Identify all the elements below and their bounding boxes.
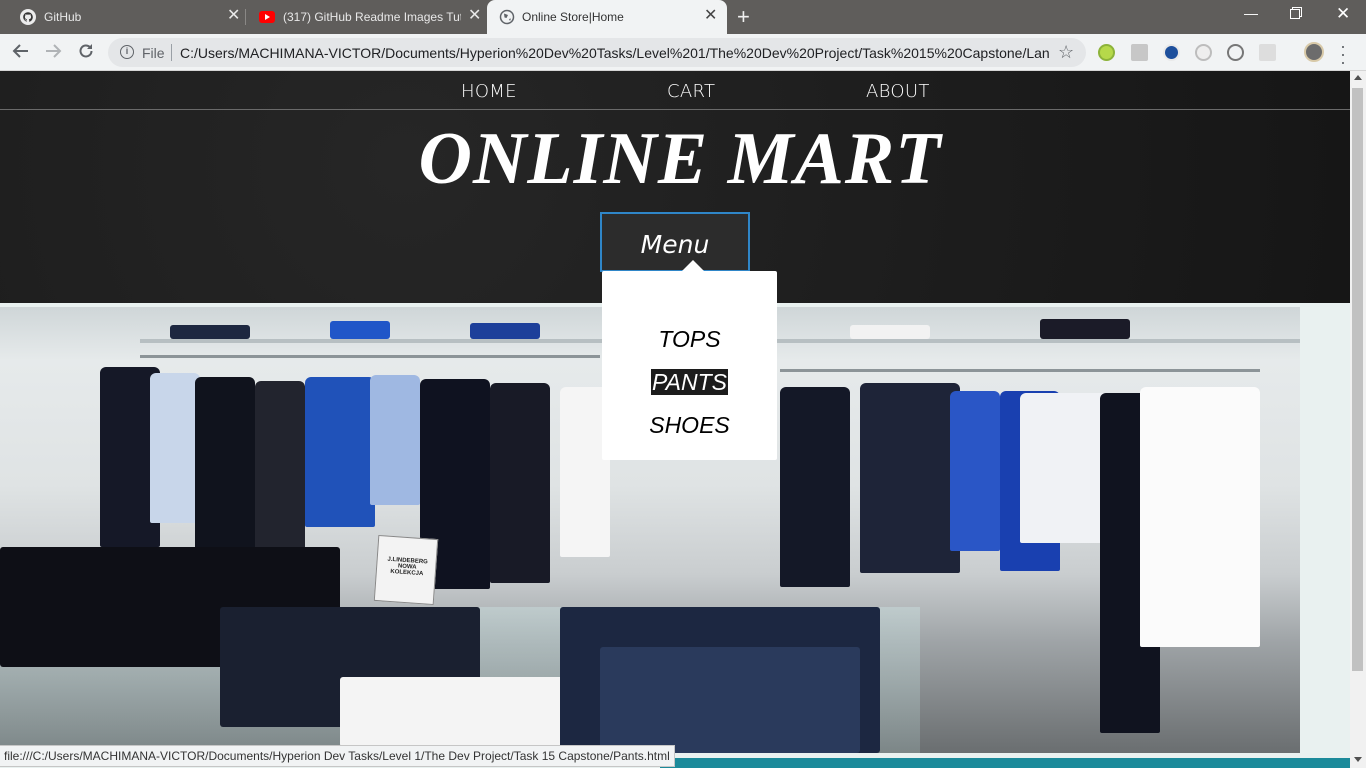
store-sign: J.LINDEBERG NOWA KOLEKCJA bbox=[373, 534, 439, 606]
hanging-garment bbox=[950, 391, 1000, 551]
reload-icon[interactable] bbox=[76, 42, 96, 62]
folded-stack bbox=[600, 647, 860, 753]
store-sign-text: J.LINDEBERG NOWA KOLEKCJA bbox=[387, 556, 428, 578]
hanging-garment bbox=[1140, 387, 1260, 647]
dropdown-item-label: SHOES bbox=[649, 412, 730, 438]
back-icon[interactable] bbox=[11, 42, 31, 62]
site-header: HOME CART ABOUT ONLINE MART Menu bbox=[0, 71, 1350, 303]
browser-toolbar: i File C:/Users/MACHIMANA-VICTOR/Documen… bbox=[0, 34, 1366, 71]
globe-icon bbox=[499, 9, 515, 25]
scroll-thumb[interactable] bbox=[1352, 88, 1363, 671]
vertical-scrollbar[interactable] bbox=[1350, 71, 1366, 768]
hanging-garment bbox=[860, 383, 960, 573]
folded-garment bbox=[850, 325, 930, 339]
forward-icon[interactable] bbox=[43, 42, 63, 62]
site-title: ONLINE MART bbox=[418, 118, 942, 200]
tab-title: (317) GitHub Readme Images Tut bbox=[283, 10, 461, 24]
tab-online-store[interactable]: Online Store|Home ✕ bbox=[487, 0, 727, 34]
hanging-garment bbox=[305, 377, 375, 527]
clothing-rail bbox=[780, 369, 1260, 372]
file-scheme-label: File bbox=[142, 45, 165, 61]
close-window-icon[interactable]: ✕ bbox=[1336, 4, 1350, 24]
hanging-garment bbox=[150, 373, 200, 523]
folded-garment bbox=[470, 323, 540, 339]
scroll-up-icon[interactable] bbox=[1354, 75, 1362, 80]
info-icon[interactable]: i bbox=[120, 45, 134, 59]
clothing-rail bbox=[140, 355, 600, 358]
new-tab-icon[interactable]: + bbox=[737, 6, 750, 28]
status-bar-url: file:///C:/Users/MACHIMANA-VICTOR/Docume… bbox=[0, 745, 675, 767]
close-tab-icon[interactable]: ✕ bbox=[704, 8, 717, 24]
address-bar[interactable]: i File C:/Users/MACHIMANA-VICTOR/Documen… bbox=[108, 38, 1086, 67]
youtube-icon bbox=[259, 11, 275, 23]
tab-youtube[interactable]: (317) GitHub Readme Images Tut ✕ bbox=[246, 0, 486, 34]
hanging-garment bbox=[490, 383, 550, 583]
hanging-garment bbox=[195, 377, 255, 567]
page-viewport: HOME CART ABOUT ONLINE MART Menu J.LINDE… bbox=[0, 71, 1350, 768]
page-footer-strip bbox=[660, 758, 1350, 768]
url-text[interactable]: C:/Users/MACHIMANA-VICTOR/Documents/Hype… bbox=[180, 45, 1050, 61]
profile-avatar[interactable] bbox=[1304, 42, 1324, 62]
dropdown-item-tops[interactable]: TOPS bbox=[602, 326, 777, 353]
hanging-garment bbox=[255, 381, 305, 551]
divider bbox=[171, 44, 172, 61]
browser-menu-icon[interactable]: · · · bbox=[1338, 37, 1348, 71]
dropdown-pointer bbox=[682, 260, 704, 271]
extension-tennis-icon[interactable] bbox=[1098, 44, 1115, 61]
close-tab-icon[interactable]: ✕ bbox=[227, 8, 240, 24]
dropdown-item-shoes[interactable]: SHOES bbox=[602, 412, 777, 439]
close-tab-icon[interactable]: ✕ bbox=[468, 8, 481, 24]
nav-about-link[interactable]: ABOUT bbox=[866, 81, 930, 102]
extension-gear-icon[interactable] bbox=[1195, 44, 1212, 61]
github-icon bbox=[20, 9, 36, 25]
nav-cart-link[interactable]: CART bbox=[667, 81, 715, 102]
extension-code-icon[interactable] bbox=[1227, 44, 1244, 61]
restore-icon[interactable] bbox=[1290, 6, 1302, 22]
bookmark-star-icon[interactable]: ☆ bbox=[1058, 42, 1074, 63]
menu-button[interactable]: Menu bbox=[600, 212, 750, 272]
folded-garment bbox=[170, 325, 250, 339]
tab-strip: GitHub ✕ (317) GitHub Readme Images Tut … bbox=[0, 0, 1366, 34]
extension-globe-icon[interactable] bbox=[1163, 44, 1180, 61]
folded-garment bbox=[330, 321, 390, 339]
tab-github[interactable]: GitHub ✕ bbox=[0, 0, 245, 34]
hanging-garment bbox=[370, 375, 420, 505]
extension-pdf-icon[interactable] bbox=[1131, 44, 1148, 61]
top-nav: HOME CART ABOUT bbox=[0, 71, 1350, 110]
nav-home-link[interactable]: HOME bbox=[461, 81, 517, 102]
menu-dropdown: TOPS PANTS SHOES bbox=[602, 271, 777, 460]
minimize-icon[interactable]: — bbox=[1244, 5, 1258, 21]
extension-puzzle-icon[interactable] bbox=[1259, 44, 1276, 61]
hanging-garment bbox=[780, 387, 850, 587]
folded-garment bbox=[1040, 319, 1130, 339]
dropdown-item-label: PANTS bbox=[651, 369, 728, 395]
hanging-garment bbox=[1020, 393, 1110, 543]
tab-title: Online Store|Home bbox=[522, 10, 624, 24]
dropdown-item-pants[interactable]: PANTS bbox=[602, 369, 777, 396]
dropdown-item-label: TOPS bbox=[658, 326, 721, 352]
tab-title: GitHub bbox=[44, 10, 82, 24]
scroll-down-icon[interactable] bbox=[1354, 757, 1362, 762]
